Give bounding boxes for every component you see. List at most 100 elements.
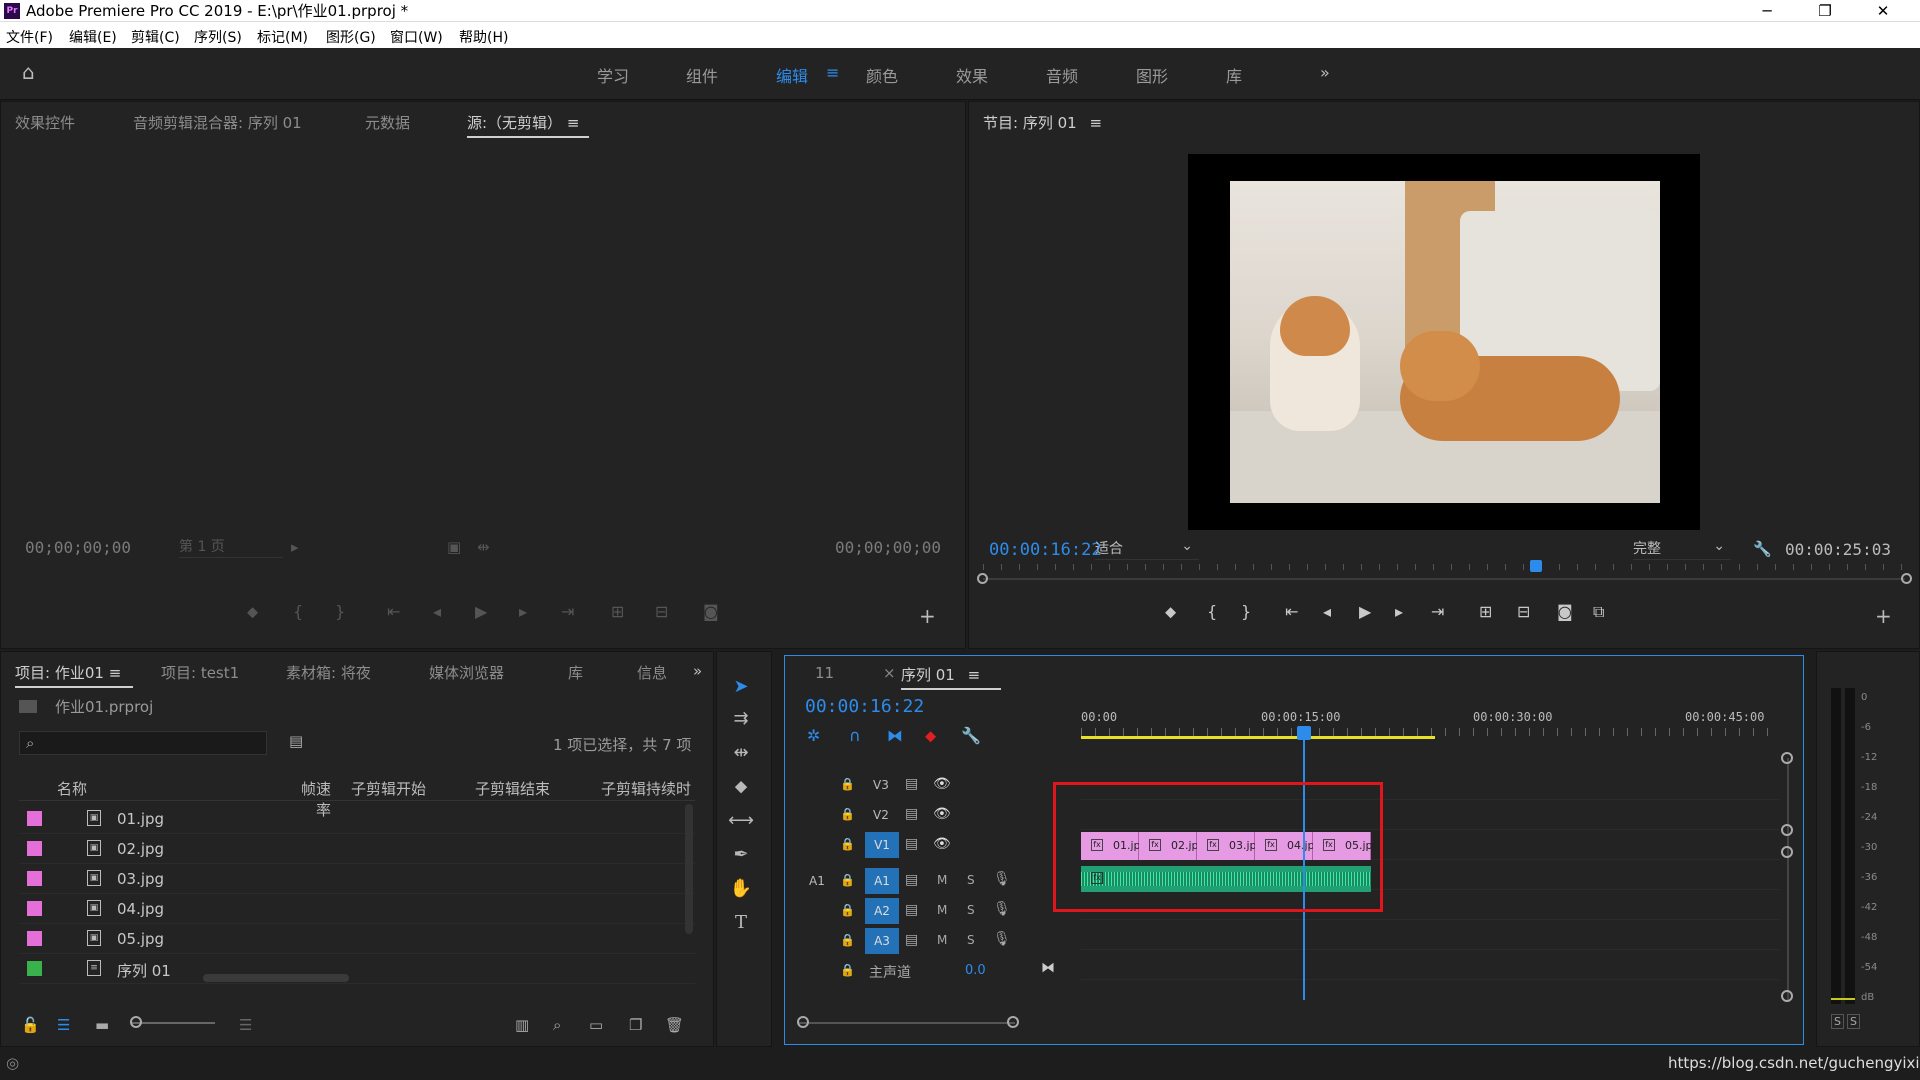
tab-close-icon[interactable]: × xyxy=(883,664,896,682)
go-to-out-icon[interactable]: ⇥ xyxy=(561,602,574,621)
menu-window[interactable]: 窗口(W) xyxy=(390,27,443,47)
timeline-ruler[interactable]: 00:00 00:00:15:00 00:00:30:00 00:00:45:0… xyxy=(1081,710,1781,740)
track-target-a1[interactable]: A1 xyxy=(865,868,899,894)
project-list-item[interactable]: ▣ 02.jpg xyxy=(19,834,695,864)
sync-lock-icon[interactable]: ▤ xyxy=(905,836,918,852)
source-clip-icon[interactable]: ▣ xyxy=(447,538,461,556)
lock-icon[interactable]: 🔒 xyxy=(840,777,855,791)
master-volume-value[interactable]: 0.0 xyxy=(965,963,986,978)
menu-edit[interactable]: 编辑(E) xyxy=(69,27,117,47)
linked-selection-icon[interactable]: ⧓ xyxy=(887,726,903,745)
tab-metadata[interactable]: 元数据 xyxy=(365,112,410,133)
program-monitor-frame[interactable] xyxy=(1188,154,1700,530)
source-patch-a1[interactable]: A1 xyxy=(809,874,825,888)
project-list-item[interactable]: ▣ 04.jpg xyxy=(19,894,695,924)
add-button-icon[interactable]: + xyxy=(1875,604,1892,628)
go-to-out-icon[interactable]: ⇥ xyxy=(1431,602,1444,621)
column-subclip-end[interactable]: 子剪辑结束 xyxy=(475,778,550,799)
scroll-handle-left[interactable] xyxy=(797,1016,809,1028)
icon-view-icon[interactable]: ▬ xyxy=(95,1016,109,1034)
pen-tool-icon[interactable]: ✒ xyxy=(723,840,759,870)
program-scrubber-track[interactable] xyxy=(983,578,1905,580)
v-scroll-handle-top[interactable] xyxy=(1781,752,1793,764)
add-marker-icon[interactable]: ⬥ xyxy=(1165,602,1176,622)
eye-icon[interactable]: 👁 xyxy=(933,836,951,852)
razor-tool-icon[interactable]: ⬥ xyxy=(723,772,759,802)
mark-out-icon[interactable]: } xyxy=(335,602,345,621)
timeline-h-scrollbar[interactable] xyxy=(799,1022,1015,1024)
extract-icon[interactable]: ⊟ xyxy=(1517,602,1530,621)
label-color-swatch[interactable] xyxy=(27,961,42,976)
tab-sequence-01[interactable]: 序列 01 ≡ xyxy=(901,664,1001,690)
page-next-icon[interactable]: ▸ xyxy=(291,538,299,556)
lock-icon[interactable]: 🔒 xyxy=(840,963,855,977)
project-list-item[interactable]: ▣ 05.jpg xyxy=(19,924,695,954)
export-frame-icon[interactable]: ◙ xyxy=(703,602,719,621)
column-name[interactable]: 名称 xyxy=(57,778,87,799)
label-color-swatch[interactable] xyxy=(27,841,42,856)
tab-media-browser[interactable]: 媒体浏览器 xyxy=(429,662,504,683)
tab-effect-controls[interactable]: 效果控件 xyxy=(15,112,75,133)
timeline-settings-icon[interactable]: 🔧 xyxy=(961,726,981,745)
solo-button[interactable]: S xyxy=(967,873,975,887)
minimize-icon[interactable]: ─ xyxy=(1744,0,1790,22)
add-marker-icon[interactable]: ⬥ xyxy=(925,726,936,746)
add-button-icon[interactable]: + xyxy=(919,604,936,628)
workspace-effects[interactable]: 效果 xyxy=(956,63,988,87)
timeline-playhead-handle[interactable] xyxy=(1297,726,1311,740)
mute-button[interactable]: M xyxy=(937,933,947,947)
workspace-learn[interactable]: 学习 xyxy=(597,63,629,87)
project-scrollbar[interactable] xyxy=(685,804,693,934)
insert-icon[interactable]: ⊞ xyxy=(611,602,624,621)
sync-lock-icon[interactable]: ▤ xyxy=(905,932,918,948)
project-h-scrollbar[interactable] xyxy=(203,974,349,982)
comparison-view-icon[interactable]: ⧉ xyxy=(1593,602,1604,622)
close-icon[interactable]: ✕ xyxy=(1860,0,1906,22)
v-scroll-handle-bottom[interactable] xyxy=(1781,990,1793,1002)
v-scroll-handle-audio[interactable] xyxy=(1781,846,1793,858)
label-color-swatch[interactable] xyxy=(27,871,42,886)
tab-timeline-11[interactable]: 11 xyxy=(815,664,834,682)
track-target-a3[interactable]: A3 xyxy=(865,928,899,954)
timeline-timecode[interactable]: 00:00:16:22 xyxy=(805,696,924,717)
tab-project-test1[interactable]: 项目: test1 xyxy=(161,662,239,683)
new-bin-icon[interactable]: ▭ xyxy=(589,1016,603,1034)
mark-out-icon[interactable]: } xyxy=(1241,602,1251,621)
label-color-swatch[interactable] xyxy=(27,931,42,946)
microphone-icon[interactable]: 🎙 xyxy=(993,901,1011,917)
step-back-icon[interactable]: ◂ xyxy=(433,602,441,621)
ripple-edit-tool-icon[interactable]: ⇹ xyxy=(723,738,759,768)
program-menu-icon[interactable]: ≡ xyxy=(1089,114,1102,132)
new-item-icon[interactable]: ❐ xyxy=(629,1016,642,1034)
solo-right-button[interactable]: S xyxy=(1847,1014,1860,1029)
lock-icon[interactable]: 🔒 xyxy=(840,873,855,887)
lock-icon[interactable]: 🔓 xyxy=(21,1016,40,1034)
hand-tool-icon[interactable]: ✋ xyxy=(723,874,759,904)
sync-lock-icon[interactable]: ▤ xyxy=(905,902,918,918)
program-timecode[interactable]: 00:00:16:22 xyxy=(989,540,1102,560)
menu-marker[interactable]: 标记(M) xyxy=(257,27,308,47)
home-icon[interactable]: ⌂ xyxy=(22,62,35,82)
tab-program[interactable]: 节目: 序列 01 ≡ xyxy=(983,112,1102,133)
track-select-tool-icon[interactable]: ⇉ xyxy=(723,704,759,734)
workspace-menu-icon[interactable]: ≡ xyxy=(826,63,839,82)
mute-button[interactable]: M xyxy=(937,873,947,887)
tab-project-01[interactable]: 项目: 作业01 ≡ xyxy=(15,662,133,688)
panel-overflow-icon[interactable]: » xyxy=(693,662,702,680)
panel-menu-icon[interactable]: ≡ xyxy=(567,114,580,132)
project-list-item[interactable]: ▣ 03.jpg xyxy=(19,864,695,894)
source-timecode-in[interactable]: 00;00;00;00 xyxy=(25,538,131,557)
workspace-color[interactable]: 颜色 xyxy=(866,63,898,87)
workspace-assembly[interactable]: 组件 xyxy=(686,63,718,87)
go-to-in-out-icon[interactable]: ⧓ xyxy=(1041,960,1055,976)
lock-icon[interactable]: 🔒 xyxy=(840,837,855,851)
panel-menu-icon[interactable]: ≡ xyxy=(109,664,122,682)
track-target-a2[interactable]: A2 xyxy=(865,898,899,924)
program-playhead[interactable] xyxy=(1530,560,1543,572)
workspace-graphics[interactable]: 图形 xyxy=(1136,63,1168,87)
lock-icon[interactable]: 🔒 xyxy=(840,933,855,947)
workspace-overflow-icon[interactable]: » xyxy=(1320,63,1330,82)
eye-icon[interactable]: 👁 xyxy=(933,776,951,792)
list-view-icon[interactable]: ☰ xyxy=(57,1016,70,1034)
menu-help[interactable]: 帮助(H) xyxy=(459,27,508,47)
